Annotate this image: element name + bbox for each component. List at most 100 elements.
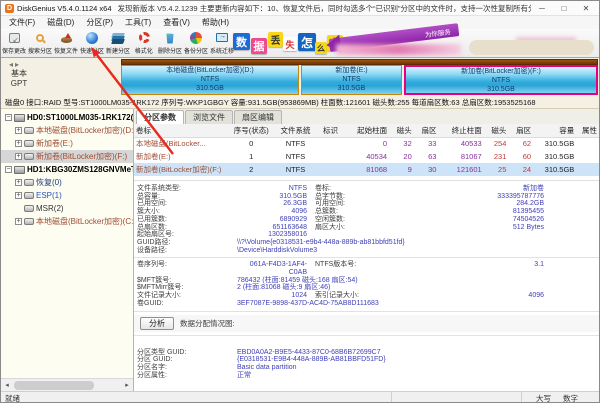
menu-item-帮助(H)[interactable]: 帮助(H) xyxy=(197,17,234,28)
column-header-磁头-8[interactable]: 磁头 xyxy=(483,124,509,138)
scrollbar-thumb[interactable] xyxy=(14,380,94,390)
table-cell: 63 xyxy=(428,152,437,161)
detail-value: 正常 xyxy=(237,371,251,379)
column-header-终止柱面-7[interactable]: 终止柱面 xyxy=(438,124,484,138)
expand-icon[interactable]: + xyxy=(15,127,22,134)
toolbar-button-删除分区[interactable]: 删除分区 xyxy=(157,29,183,57)
detail-value: 26.3GB xyxy=(283,200,307,208)
menu-item-工具(T)[interactable]: 工具(T) xyxy=(120,17,156,28)
volume-icon xyxy=(24,205,34,212)
table-cell: 40533 xyxy=(460,139,482,149)
table-cell: 60 xyxy=(522,152,532,161)
partition-fs: NTFS xyxy=(491,77,511,84)
table-cell: 20 xyxy=(403,152,412,161)
tab-分区参数[interactable]: 分区参数 xyxy=(136,110,184,124)
details-panel: 文件系统类型: NTFS 卷标: 新加卷 总容量: 310.5GB 总字节数: 3333957… xyxy=(134,181,599,391)
toolbar-button-备份分区[interactable]: 备份分区 xyxy=(183,29,209,57)
column-header-属性-11[interactable]: 属性 xyxy=(576,124,599,138)
new-partition-icon xyxy=(111,31,125,44)
partition-block-新加卷(BitLocker加密)(F:)[interactable]: 新加卷(BitLocker加密)(F:) NTFS 310.5GB xyxy=(404,65,598,95)
column-header-序号(状态)-1[interactable]: 序号(状态) xyxy=(228,124,274,138)
expand-icon[interactable]: + xyxy=(15,179,22,186)
update-notice: 发现新版本 V5.4.2.1239 主要更新内容如下：10、恢复文件后，同时勾选… xyxy=(117,3,531,13)
detail-value: 新加卷 xyxy=(523,185,544,192)
tree-item-新加卷(BitLocker加密)(F:)[interactable]: + 新加卷(BitLocker加密)(F:) xyxy=(1,150,133,163)
partition-block-新加卷(E:)[interactable]: 新加卷(E:) NTFS 310.5GB xyxy=(301,65,402,95)
analyze-button[interactable]: 分析 xyxy=(140,316,174,330)
volume-icon xyxy=(24,140,34,147)
scroll-right-icon[interactable]: ▸ xyxy=(121,381,133,389)
detail-value xyxy=(425,231,599,239)
table-cell: 310.5GB xyxy=(544,152,575,161)
table-cell: 25 xyxy=(483,163,509,176)
column-header-起始柱面-4[interactable]: 起始柱面 xyxy=(343,124,390,138)
detail-label: GUID路径: xyxy=(137,238,171,246)
menu-item-文件(F)[interactable]: 文件(F) xyxy=(4,17,40,28)
tree-item-MSR(2)[interactable]: MSR(2) xyxy=(1,202,133,215)
status-ready: 就绪 xyxy=(5,393,20,403)
scroll-left-icon[interactable]: ◂ xyxy=(1,381,13,389)
table-cell xyxy=(576,163,599,176)
disk-icon xyxy=(14,165,25,174)
tree-item-ESP(1)[interactable]: + ESP(1) xyxy=(1,189,133,202)
toolbar-button-label: 删除分区 xyxy=(158,48,182,55)
collapse-icon[interactable]: − xyxy=(5,166,12,173)
recover-files-icon xyxy=(59,31,73,44)
menu-item-分区(P)[interactable]: 分区(P) xyxy=(81,17,118,28)
column-header-卷标-0[interactable]: 卷标 xyxy=(134,124,229,138)
expand-icon[interactable]: + xyxy=(15,192,22,199)
tree-item-本地磁盘(BitLocker加密)(C:)[interactable]: + 本地磁盘(BitLocker加密)(C:) xyxy=(1,215,133,228)
detail-value: EBD0A0A2-B9E5-4433-87C0-68B6B72699C7 xyxy=(237,348,381,356)
detail-value: 81395455 xyxy=(512,208,544,216)
column-header-扇区-9[interactable]: 扇区 xyxy=(508,124,534,138)
toolbar-button-搜索分区[interactable]: 搜索分区 xyxy=(27,29,53,57)
detail-value: 74504526 xyxy=(512,215,544,223)
table-cell xyxy=(317,163,344,176)
tab-浏览文件[interactable]: 浏览文件 xyxy=(185,110,233,124)
toolbar-button-恢复文件[interactable]: 恢复文件 xyxy=(53,29,79,57)
table-row[interactable]: 本地磁盘(BitLocker... 0 NTFS 0 32 33 40533 254 62 310… xyxy=(134,137,599,150)
detail-row: 总容量: 310.5GB 总字节数: 333395787776 xyxy=(134,193,599,201)
table-cell: 231 xyxy=(493,152,507,161)
partition-nav-arrows[interactable]: ◂▸ xyxy=(9,60,21,69)
toolbar-button-快速分区[interactable]: 快速分区 xyxy=(79,29,105,57)
column-header-标识-3[interactable]: 标识 xyxy=(317,124,344,138)
table-row[interactable]: 新加卷(E:) 1 NTFS 40534 20 63 81067 231 60 310.5GB xyxy=(134,150,599,163)
ad-banner[interactable]: 数据丢失怎么办!为你服务 xyxy=(231,23,599,57)
tree-item-label: MSR(2) xyxy=(36,204,64,213)
maximize-button[interactable]: □ xyxy=(553,2,575,15)
partition-block-本地磁盘(BitLocker加密)(D:)[interactable]: 本地磁盘(BitLocker加密)(D:) NTFS 310.5GB xyxy=(121,65,299,95)
detail-label: 起始扇区号: xyxy=(137,231,174,239)
minimize-button[interactable]: ─ xyxy=(531,2,553,15)
toolbar-button-保存更改[interactable]: 保存更改 xyxy=(1,29,27,57)
table-row[interactable]: 新加卷(BitLocker加密)(F:) 2 NTFS 81068 9 30 121601 2… xyxy=(134,163,599,176)
table-cell: 新加卷(BitLocker加密)(F:) xyxy=(134,163,229,176)
collapse-icon[interactable]: − xyxy=(5,114,12,121)
menu-item-磁盘(D)[interactable]: 磁盘(D) xyxy=(42,17,79,28)
tree-item-label: HD0:ST1000LM035-1RK172(932GB) xyxy=(27,113,133,122)
banner-tile: 怎 xyxy=(298,33,316,51)
detail-row: 起始扇区号: 1302358016 xyxy=(134,231,599,239)
detail-value: 4096 xyxy=(528,292,544,300)
toolbar-button-格式化[interactable]: 格式化 xyxy=(131,29,157,57)
tree-horizontal-scrollbar[interactable]: ◂ ▸ xyxy=(1,378,133,391)
column-header-容量-10[interactable]: 容量 xyxy=(533,124,577,138)
menu-item-查看(V)[interactable]: 查看(V) xyxy=(158,17,195,28)
toolbar-button-label: 搜索分区 xyxy=(28,48,52,55)
column-header-磁头-5[interactable]: 磁头 xyxy=(389,124,414,138)
tree-item-HD0:ST1000LM035-1RK172(932GB)[interactable]: − HD0:ST1000LM035-1RK172(932GB) xyxy=(1,111,133,124)
expand-icon[interactable]: + xyxy=(15,153,22,160)
tree-item-新加卷(E:)[interactable]: + 新加卷(E:) xyxy=(1,137,133,150)
partition-size: 310.5GB xyxy=(337,85,366,92)
column-header-文件系统-2[interactable]: 文件系统 xyxy=(273,124,318,138)
tab-扇区编辑[interactable]: 扇区编辑 xyxy=(234,110,282,124)
expand-icon[interactable]: + xyxy=(15,218,22,225)
expand-icon[interactable]: + xyxy=(15,140,22,147)
close-button[interactable]: ✕ xyxy=(575,2,597,15)
column-header-扇区-6[interactable]: 扇区 xyxy=(413,124,439,138)
tree-item-恢复(0)[interactable]: + 恢复(0) xyxy=(1,176,133,189)
tree-item-HD1:KBG30ZMS128GNVMeTOSHIBA1[interactable]: − HD1:KBG30ZMS128GNVMeTOSHIBA1 xyxy=(1,163,133,176)
toolbar-button-新建分区[interactable]: 新建分区 xyxy=(105,29,131,57)
tree-item-本地磁盘(BitLocker加密)(D:)[interactable]: + 本地磁盘(BitLocker加密)(D:) xyxy=(1,124,133,137)
partition-name: 本地磁盘(BitLocker加密)(D:) xyxy=(166,67,254,74)
